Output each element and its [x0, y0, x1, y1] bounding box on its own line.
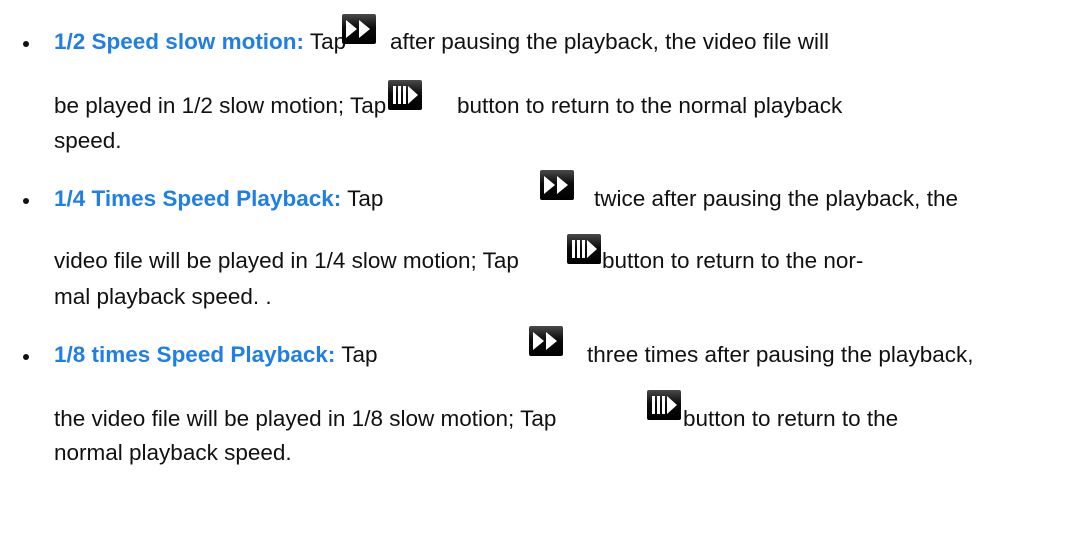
item-1-line-1-b: after pausing the playback, the video fi… [390, 29, 830, 54]
item-3-line-3: normal playback speed. [54, 440, 292, 465]
item-3-line-1-b: three times after pausing the playback, [587, 342, 974, 367]
fast-forward-icon [540, 170, 574, 200]
step-play-icon [567, 234, 601, 264]
item-1-line-2-b: button to return to the normal playback [457, 93, 843, 118]
bullet [23, 198, 29, 204]
bullet [23, 41, 29, 47]
item-2-text-a: Tap [347, 186, 384, 211]
fast-forward-icon [529, 326, 563, 356]
item-2-line-2-a: video file will be played in 1/4 slow mo… [54, 248, 519, 273]
item-3-line-2-a: the video file will be played in 1/8 slo… [54, 406, 557, 431]
item-3-term: 1/8 times Speed Playback: [54, 342, 336, 367]
item-1-line-3: speed. [54, 128, 122, 153]
item-2-line-2-b: button to return to the nor- [602, 248, 864, 273]
item-3-line-2-b: button to return to the [683, 406, 899, 431]
item-1-term: 1/2 Speed slow motion: [54, 29, 305, 54]
item-2-line-3: mal playback speed. . [54, 284, 272, 309]
item-3-line-1: 1/8 times Speed Playback: Tap [54, 340, 378, 370]
step-play-icon [647, 390, 681, 420]
bullet [23, 354, 29, 360]
item-1-line-2-a: be played in 1/2 slow motion; Tap [54, 93, 387, 118]
item-3-text-a: Tap [341, 342, 378, 367]
item-2-line-1: 1/4 Times Speed Playback: Tap [54, 184, 383, 214]
item-1-line-1: 1/2 Speed slow motion: Tap [54, 27, 346, 57]
item-2-term: 1/4 Times Speed Playback: [54, 186, 342, 211]
item-1-text-a: Tap [309, 29, 347, 54]
fast-forward-icon [342, 14, 376, 44]
item-2-line-1-b: twice after pausing the playback, the [594, 186, 958, 211]
step-play-icon [388, 80, 422, 110]
